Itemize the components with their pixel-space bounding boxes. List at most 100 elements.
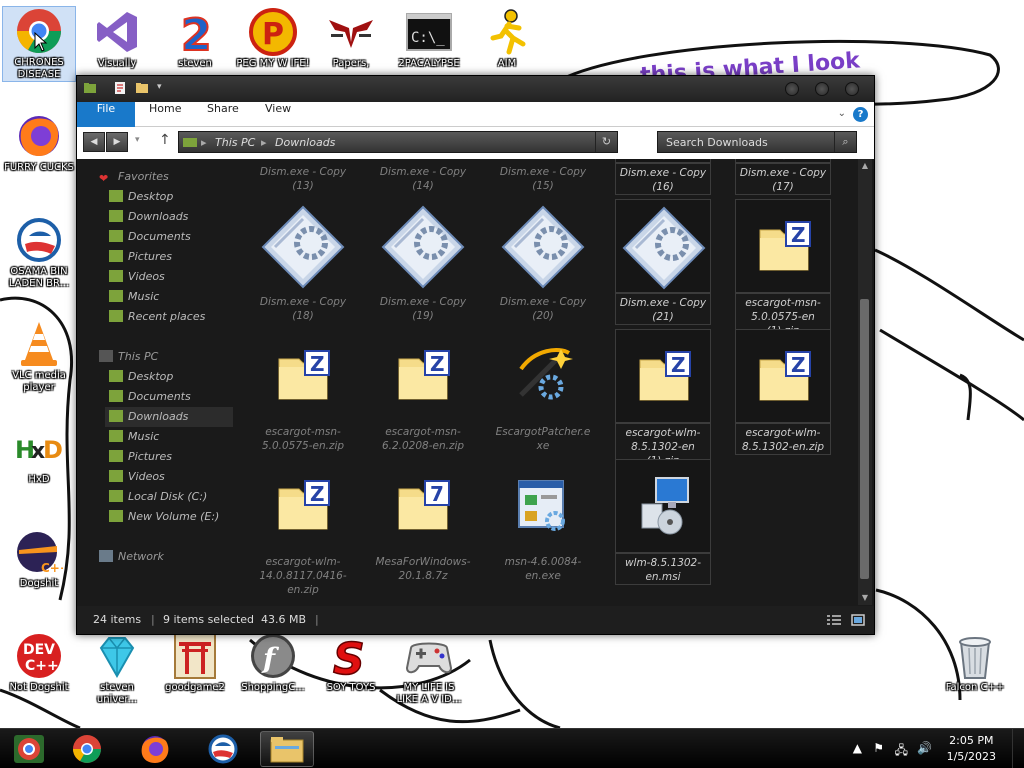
desktop-icon-vlc[interactable]: VLC media player xyxy=(2,320,76,394)
nav-favorite-item[interactable]: Downloads xyxy=(109,207,188,227)
search-input[interactable]: Search Downloads ⌕ xyxy=(657,131,857,153)
scrollbar-thumb[interactable] xyxy=(860,299,869,579)
help-button[interactable]: ? xyxy=(853,107,868,122)
nav-favorite-item[interactable]: Documents xyxy=(109,227,191,247)
nav-thispc-item[interactable]: Pictures xyxy=(109,447,172,467)
taskbar-item-file-explorer[interactable] xyxy=(260,731,314,767)
refresh-icon[interactable]: ↻ xyxy=(595,132,617,152)
forward-button[interactable]: ▶ xyxy=(106,132,128,152)
tab-home[interactable]: Home xyxy=(135,102,195,127)
large-icons-view-icon[interactable] xyxy=(851,614,865,626)
desktop-icon-my-life[interactable]: MY LIFE IS LIKE A V ID... xyxy=(392,632,466,706)
taskbar-item-chrome[interactable] xyxy=(60,731,114,767)
nav-thispc-item[interactable]: Videos xyxy=(109,467,165,487)
desktop-icon-visually[interactable]: Visually xyxy=(80,8,154,70)
nav-network[interactable]: Network xyxy=(99,547,164,567)
desktop-icon-2pacalypse[interactable]: C:\_ 2PACALYPSE xyxy=(392,8,466,70)
taskbar-item-campaign[interactable] xyxy=(196,731,250,767)
file-item[interactable]: Dism.exe - Copy (14) xyxy=(375,159,471,193)
nav-thispc-item[interactable]: Downloads xyxy=(105,407,233,427)
nav-favorite-item[interactable]: Desktop xyxy=(109,187,173,207)
nav-thispc-item[interactable]: Local Disk (C:) xyxy=(109,487,207,507)
file-item[interactable]: Dism.exe - Copy (19) xyxy=(375,199,471,323)
desktop-icon-steven[interactable]: 2 steven xyxy=(158,8,232,70)
search-icon[interactable]: ⌕ xyxy=(834,132,856,152)
file-item[interactable]: Zescargot-msn-6.2.0208-en.zip xyxy=(375,329,471,453)
tab-share[interactable]: Share xyxy=(193,102,253,127)
nav-thispc-item[interactable]: Music xyxy=(109,427,159,447)
file-item[interactable]: Zescargot-msn-5.0.0575-en (1).zip xyxy=(735,199,831,339)
desktop-icon-hxd[interactable]: HxD HxD xyxy=(2,424,76,486)
file-item[interactable]: 7 MesaForWindows-20.1.8.7z xyxy=(375,459,471,583)
file-item[interactable]: Dism.exe - Copy (13) xyxy=(255,159,351,193)
new-folder-icon[interactable] xyxy=(135,81,149,95)
desktop-icon-steven-univer[interactable]: steven univer... xyxy=(80,632,154,706)
system-clock[interactable]: 2:05 PM 1/5/2023 xyxy=(947,733,996,765)
file-item[interactable]: Dism.exe - Copy (20) xyxy=(495,199,591,323)
back-button[interactable]: ◀ xyxy=(83,132,105,152)
nav-favorites[interactable]: ❤ Favorites xyxy=(99,167,169,187)
desktop-icon-shopping[interactable]: f ShoppingC... xyxy=(236,632,310,694)
desktop-icon-not-dogshit[interactable]: DEV C++ Not Dogshit xyxy=(2,632,76,694)
nav-this-pc[interactable]: This PC xyxy=(99,347,158,367)
up-arrow-icon[interactable]: ↑ xyxy=(159,132,171,148)
file-item[interactable]: Zescargot-msn-5.0.0575-en.zip xyxy=(255,329,351,453)
file-item[interactable]: Dism.exe - Copy (18) xyxy=(255,199,351,323)
file-item[interactable]: Zescargot-wlm-8.5.1302-en.zip xyxy=(735,329,831,455)
scroll-up-icon[interactable]: ▲ xyxy=(858,159,872,173)
nav-thispc-item[interactable]: Desktop xyxy=(109,367,173,387)
address-bar[interactable]: ▸ This PC ▸ Downloads ↻ xyxy=(178,131,618,153)
properties-icon[interactable] xyxy=(113,81,127,95)
desktop-icon-papers[interactable]: Papers, xyxy=(314,8,388,70)
file-explorer-window[interactable]: ▾ File Home Share View ⌄ ? ◀ ▶ ▾ ↑ ▸ Thi… xyxy=(76,75,875,635)
nav-thispc-item[interactable]: New Volume (E:) xyxy=(109,507,219,527)
nav-favorite-item[interactable]: Videos xyxy=(109,267,165,287)
scroll-down-icon[interactable]: ▼ xyxy=(858,591,872,605)
desktop-icon-furry-cucks[interactable]: FURRY CUCKS xyxy=(2,112,76,174)
file-name-box: Dism.exe - Copy (18) xyxy=(255,295,351,323)
nav-thispc-item[interactable]: Documents xyxy=(109,387,191,407)
file-item[interactable]: Zescargot-wlm-8.5.1302-en (1).zip xyxy=(615,329,711,469)
taskbar-item-firefox[interactable] xyxy=(128,731,182,767)
svg-text:S: S xyxy=(333,634,365,680)
file-item[interactable]: Dism.exe - Copy (21) xyxy=(615,199,711,325)
file-item[interactable]: EscargotPatcher.exe xyxy=(495,329,591,453)
file-item[interactable]: Dism.exe - Copy (15) xyxy=(495,159,591,193)
desktop-icon-peg[interactable]: P PEG MY W IFE! xyxy=(236,8,310,70)
tab-file[interactable]: File xyxy=(77,102,135,127)
desktop-icon-aim[interactable]: AIM xyxy=(470,8,544,70)
desktop-icon-falcon[interactable]: Falcon C++ xyxy=(938,632,1012,694)
file-item[interactable]: Dism.exe - Copy (17) xyxy=(735,159,831,195)
recent-locations-icon[interactable]: ▾ xyxy=(135,135,140,145)
minimize-button[interactable] xyxy=(785,82,799,96)
file-item[interactable]: Dism.exe - Copy (16) xyxy=(615,159,711,195)
volume-icon[interactable]: 🔊 xyxy=(917,741,932,755)
file-item[interactable]: msn-4.6.0084-en.exe xyxy=(495,459,591,583)
breadcrumb-downloads[interactable]: Downloads xyxy=(275,136,335,149)
customize-quick-access-icon[interactable]: ▾ xyxy=(157,82,162,92)
nav-favorite-item[interactable]: Recent places xyxy=(109,307,205,327)
svg-text:DEV: DEV xyxy=(23,642,55,658)
taskbar-item-chrome-alt[interactable] xyxy=(2,731,56,767)
tab-view[interactable]: View xyxy=(251,102,305,127)
file-item[interactable]: wlm-8.5.1302-en.msi xyxy=(615,459,711,585)
desktop-icon-soy-toys[interactable]: S SOY TOYS xyxy=(314,632,388,694)
desktop-icon-osama[interactable]: OSAMA BIN LADEN BR... xyxy=(2,216,76,290)
close-button[interactable] xyxy=(845,82,859,96)
file-item[interactable]: Zescargot-wlm-14.0.8117.0416-en.zip xyxy=(255,459,351,597)
breadcrumb-this-pc[interactable]: This PC xyxy=(215,136,255,149)
nav-favorite-item[interactable]: Pictures xyxy=(109,247,172,267)
nav-favorite-item[interactable]: Music xyxy=(109,287,159,307)
show-desktop-button[interactable] xyxy=(1012,729,1024,768)
action-center-flag-icon[interactable]: ⚑ xyxy=(873,741,884,755)
maximize-button[interactable] xyxy=(815,82,829,96)
window-titlebar[interactable]: ▾ xyxy=(77,76,874,102)
desktop-icon-dogshit[interactable]: C++ Dogshit xyxy=(2,528,76,590)
desktop-icon-label: Falcon C++ xyxy=(945,682,1005,693)
desktop-icon-goodgame2[interactable]: goodgame2 xyxy=(158,632,232,694)
network-icon[interactable]: 🖧 xyxy=(895,741,908,762)
show-hidden-icons-icon[interactable]: ▲ xyxy=(853,741,862,755)
details-view-icon[interactable] xyxy=(827,614,841,626)
expand-ribbon-icon[interactable]: ⌄ xyxy=(838,108,846,119)
vertical-scrollbar[interactable]: ▲ ▼ xyxy=(858,159,872,605)
